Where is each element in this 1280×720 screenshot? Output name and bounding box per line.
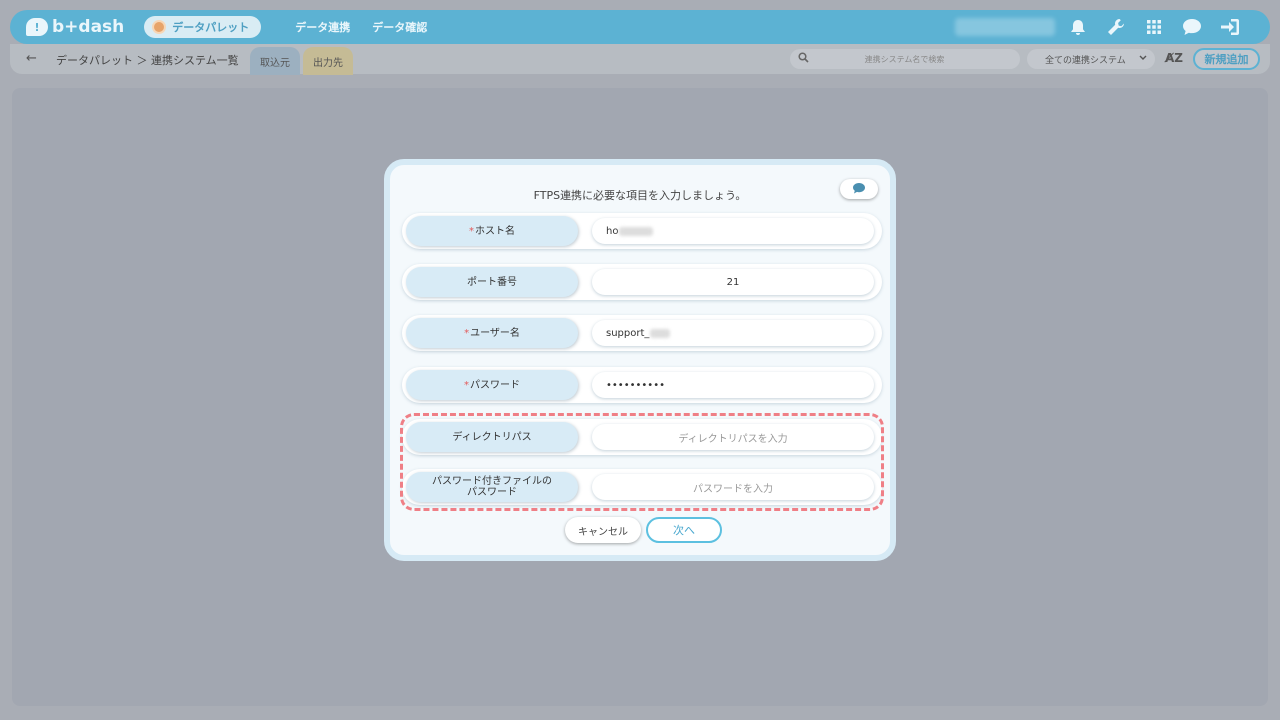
search-icon xyxy=(798,52,809,66)
port-label: ポート番号 xyxy=(406,267,578,297)
form-row-port: ポート番号 21 xyxy=(402,264,882,300)
logo-mark-icon: ! xyxy=(26,18,48,36)
nav-data-link[interactable]: データ連携 xyxy=(295,19,350,35)
required-mark: * xyxy=(464,327,470,339)
logout-icon[interactable] xyxy=(1220,17,1240,37)
username-label: * ユーザー名 xyxy=(406,318,578,348)
data-palette-label: データパレット xyxy=(172,21,250,34)
wrench-icon[interactable] xyxy=(1106,17,1126,37)
sub-bar: ← データパレット ＞ 連携システム一覧 取込元 出力先 連携システム名で検索 … xyxy=(10,44,1270,75)
host-label: * ホスト名 xyxy=(406,216,578,246)
system-filter-select[interactable]: 全ての連携システム xyxy=(1027,49,1155,69)
palette-icon xyxy=(152,20,167,34)
back-arrow-icon[interactable]: ← xyxy=(26,51,37,66)
password-label: * パスワード xyxy=(406,370,578,400)
tab-import-source[interactable]: 取込元 xyxy=(250,47,300,75)
top-bar: ! b+dash データパレット データ連携 データ確認 xyxy=(10,10,1270,44)
add-new-button[interactable]: 新規追加 xyxy=(1193,48,1260,70)
form-row-username: * ユーザー名 support_ xyxy=(402,315,882,351)
grid-icon[interactable] xyxy=(1144,17,1164,37)
host-input[interactable]: ho xyxy=(592,218,874,244)
cancel-button[interactable]: キャンセル xyxy=(565,517,641,543)
logo-text: b+dash xyxy=(52,17,125,37)
app-logo[interactable]: ! b+dash xyxy=(26,17,124,37)
port-input[interactable]: 21 xyxy=(592,269,874,295)
ftps-settings-modal: FTPS連携に必要な項目を入力しましょう。 * ホスト名 ho ポート番号 21… xyxy=(384,159,896,561)
help-button[interactable] xyxy=(840,179,878,199)
required-mark: * xyxy=(469,225,474,237)
chat-help-icon xyxy=(852,182,866,197)
modal-title: FTPS連携に必要な項目を入力しましょう。 xyxy=(533,189,747,202)
chat-icon[interactable] xyxy=(1182,17,1202,37)
breadcrumb: データパレット ＞ 連携システム一覧 xyxy=(56,54,239,67)
nav-data-check[interactable]: データ確認 xyxy=(372,19,427,35)
search-placeholder: 連携システム名で検索 xyxy=(864,54,945,64)
chevron-down-icon xyxy=(1139,54,1147,64)
sort-az-icon[interactable]: A̸Z xyxy=(1165,51,1183,65)
blurred-text xyxy=(650,328,671,338)
account-name-blurred xyxy=(955,18,1055,36)
form-row-host: * ホスト名 ho xyxy=(402,213,882,249)
tab-output-destination[interactable]: 出力先 xyxy=(303,47,353,75)
required-mark: * xyxy=(464,379,469,391)
system-filter-value: 全ての連携システム xyxy=(1045,55,1126,66)
blurred-text xyxy=(619,226,654,236)
password-input[interactable]: •••••••••• xyxy=(592,372,874,398)
data-palette-button[interactable]: データパレット xyxy=(144,16,262,38)
next-button[interactable]: 次へ xyxy=(646,517,722,543)
optional-fields-highlight xyxy=(400,413,884,511)
form-row-password: * パスワード •••••••••• xyxy=(402,367,882,403)
search-input[interactable]: 連携システム名で検索 xyxy=(790,49,1020,69)
username-input[interactable]: support_ xyxy=(592,320,874,346)
bell-icon[interactable] xyxy=(1068,17,1088,37)
